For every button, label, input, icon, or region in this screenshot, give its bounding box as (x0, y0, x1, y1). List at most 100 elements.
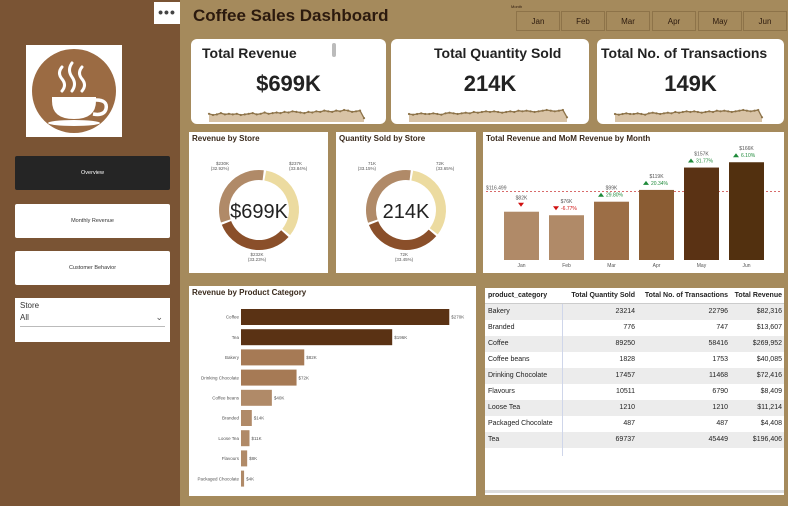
sparkline-point (339, 110, 342, 113)
sparkline-point (436, 112, 439, 116)
table-row: Coffee 89250 58416 $269,952 (485, 336, 784, 352)
bar (241, 309, 450, 325)
sparkline-point (412, 113, 415, 116)
sparkline-point (287, 111, 290, 114)
kpi-value: $699K (256, 71, 321, 96)
table-row: Packaged Chocolate 487 487 $4,408 (485, 416, 784, 432)
column-header[interactable]: Total Revenue (730, 288, 782, 304)
month-slicer-label: Month (511, 4, 523, 9)
mom-label: 6.10% (741, 153, 756, 159)
data-label-percent: (33.15%) (358, 166, 377, 171)
table-cell: Packaged Chocolate (488, 420, 553, 427)
table-scrollbar[interactable] (485, 490, 784, 493)
table-row: Coffee beans 1828 1753 $40,085 (485, 352, 784, 368)
sparkline-point (613, 112, 617, 116)
sparkline-point (644, 113, 647, 116)
month-tile-apr[interactable]: Apr (652, 11, 696, 31)
month-tile-mar[interactable]: Mar (606, 11, 650, 31)
sparkline-point (460, 112, 463, 115)
sparkline-point (275, 111, 278, 114)
column-header[interactable]: product_category (488, 288, 564, 304)
tick-label: Feb (562, 263, 571, 269)
sparkline-point (223, 113, 226, 116)
sparkline-point (484, 110, 488, 113)
sparkline-point (674, 110, 677, 114)
data-label: $76K (561, 199, 573, 205)
sparkline-point (464, 111, 467, 114)
table-cell: $13,607 (756, 324, 782, 331)
column-header[interactable]: Total Quantity Sold (565, 288, 635, 304)
sparkline-point (545, 108, 548, 112)
nav-customer-behavior-label: Customer Behavior (68, 265, 117, 271)
mom-up-arrow-icon (733, 153, 739, 158)
table-cell: Bakery (488, 308, 510, 315)
sparkline-point (448, 111, 451, 114)
sparkline-point (659, 112, 662, 116)
sparkline-point (303, 112, 306, 115)
product-category-table: product_category Total Quantity Sold Tot… (485, 288, 784, 495)
sparkline-point (501, 111, 504, 114)
kpi-handle (332, 43, 336, 57)
sparkline-point (734, 110, 737, 113)
data-label: $82K (516, 196, 528, 202)
nav-overview-button[interactable]: Overview (15, 156, 170, 190)
tick-label: Jan (517, 263, 525, 269)
kpi-sparkline (613, 108, 764, 122)
quantity-by-store-panel: Quantity Sold by Store 214K 72K (33.65%) 72… (336, 132, 476, 273)
sparkline-point (480, 110, 483, 114)
month-tile-feb[interactable]: Feb (561, 11, 605, 31)
sparkline-point (745, 109, 748, 112)
sparkline-point (700, 111, 703, 114)
tick-label: Branded (222, 416, 240, 421)
sparkline-point (533, 110, 536, 114)
sparkline-point (315, 110, 318, 113)
data-label: $119K (649, 174, 664, 180)
tick-label: Flavours (222, 456, 240, 461)
sparkline-point (760, 116, 764, 119)
kpi-title: Total Revenue (202, 45, 297, 61)
tick-label: Tea (232, 335, 240, 340)
bar (241, 450, 248, 467)
sparkline-point (311, 111, 314, 114)
data-label-percent: (32.92%) (211, 166, 230, 171)
data-label: $4K (246, 476, 254, 481)
sparkline-point (416, 112, 419, 116)
nav-overview-label: Overview (81, 170, 104, 176)
table-cell: $11,214 (757, 404, 782, 411)
sparkline-point (509, 110, 512, 113)
column-header[interactable]: Total No. of Transactions (637, 288, 728, 304)
sparkline-point (505, 110, 508, 114)
sparkline-point (625, 112, 628, 115)
sparkline-point (693, 110, 696, 113)
revenue-by-category-panel: Revenue by Product Category Coffee $270K T… (189, 286, 476, 496)
nav-customer-behavior-button[interactable]: Customer Behavior (15, 251, 170, 285)
data-label: $82K (306, 355, 317, 360)
month-tile-jan[interactable]: Jan (516, 11, 560, 31)
nav-monthly-revenue-button[interactable]: Monthly Revenue (15, 204, 170, 238)
table-cell: 22796 (708, 308, 728, 315)
tick-label: Mar (607, 263, 616, 269)
more-options-button[interactable]: ••• (154, 2, 180, 24)
sparkline-point (513, 110, 516, 114)
bar (241, 349, 305, 366)
mom-label: 20.34% (651, 181, 669, 187)
table-cell: $269,952 (752, 340, 782, 347)
bar (241, 389, 272, 406)
data-label: $196K (394, 335, 407, 340)
data-label: $8K (249, 456, 257, 461)
month-tile-may[interactable]: May (698, 11, 742, 31)
reference-label: $116.499 (486, 185, 507, 191)
table-cell: $4,408 (760, 420, 782, 427)
page-title: Coffee Sales Dashboard (193, 6, 389, 25)
month-slicer: Month Jan Feb Mar Apr May Jun (505, 3, 788, 35)
bar (241, 430, 250, 447)
store-select[interactable]: All ⌄ (20, 312, 165, 327)
data-label-percent: (33.23%) (248, 257, 267, 262)
sparkline-point (227, 112, 230, 115)
bar (504, 211, 539, 260)
mom-up-arrow-icon (598, 192, 604, 197)
sparkline-point (636, 112, 639, 115)
month-tile-jun[interactable]: Jun (743, 11, 787, 31)
sparkline-point (440, 113, 443, 116)
sparkline-point (347, 109, 350, 112)
